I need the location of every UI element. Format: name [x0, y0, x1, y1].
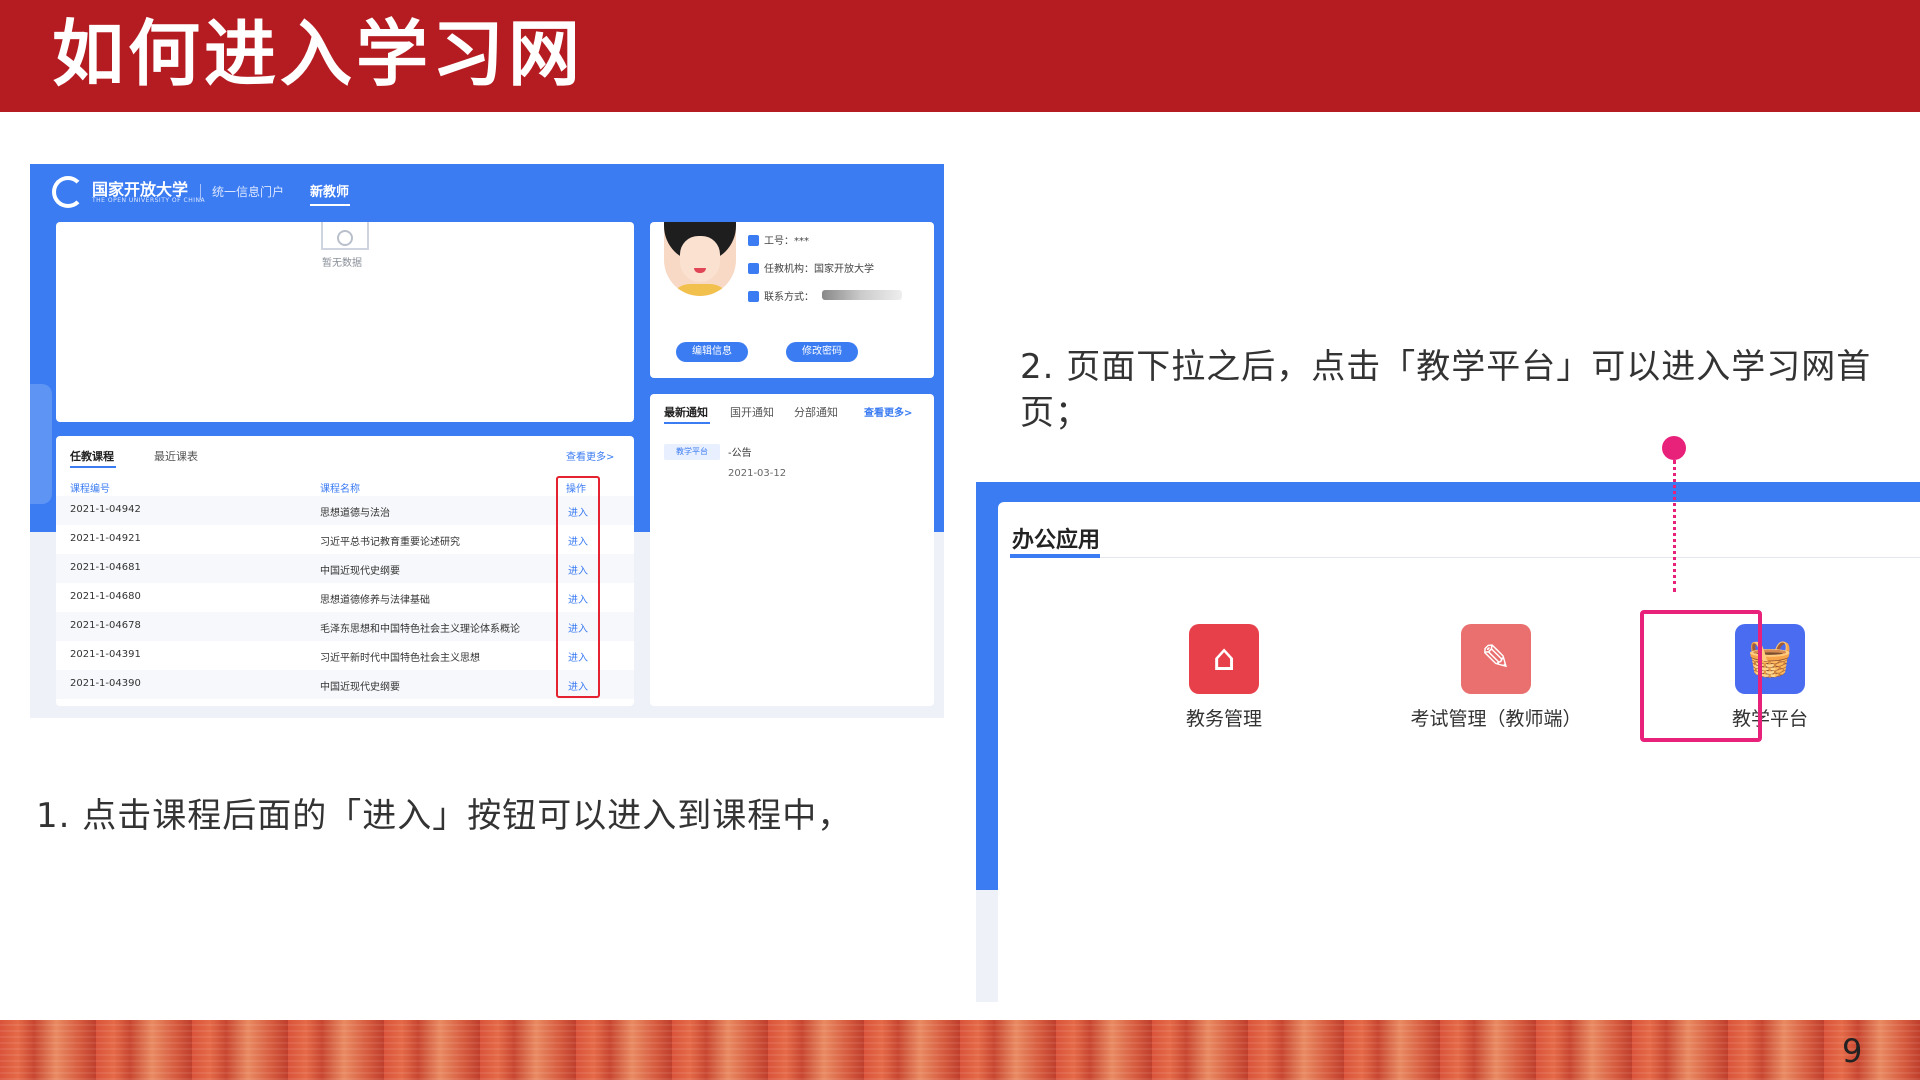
- empty-data-card: 暂无数据: [56, 222, 634, 422]
- table-row: 2021-1-04921 习近平总书记教育重要论述研究 进入: [56, 525, 634, 554]
- notice-date: 2021-03-12: [728, 468, 787, 479]
- step-2-instruction: 2. 页面下拉之后，点击「教学平台」可以进入学习网首页；: [1020, 347, 1872, 433]
- avatar: [664, 222, 736, 296]
- table-row: 2021-1-04680 思想道德修养与法律基础 进入: [56, 583, 634, 612]
- portal-topbar: 国家开放大学 THE OPEN UNIVERSITY OF CHINA 统一信息…: [30, 164, 944, 222]
- tab-active-underline: [70, 466, 116, 468]
- callout-dotted-line: [1673, 460, 1676, 592]
- id-card-icon: [748, 235, 759, 246]
- portal-side-decoration: [30, 384, 52, 504]
- course-name: 习近平新时代中国特色社会主义思想: [320, 653, 480, 664]
- table-row: 2021-1-04678 毛泽东思想和中国特色社会主义理论体系概论 进入: [56, 612, 634, 641]
- exam-icon: ✎: [1461, 624, 1531, 694]
- portal-screenshot: 国家开放大学 THE OPEN UNIVERSITY OF CHINA 统一信息…: [30, 164, 944, 718]
- courses-card: 任教课程 最近课表 查看更多> 课程编号 课程名称 操作 2021-1-0494…: [56, 436, 634, 706]
- column-header-code: 课程编号: [70, 484, 110, 495]
- office-apps-title: 办公应用: [1012, 528, 1101, 553]
- office-lower-strip: [976, 890, 998, 1002]
- course-name: 思想道德与法治: [320, 508, 390, 519]
- profile-id: 工号：***: [748, 232, 809, 247]
- empty-data-text: 暂无数据: [322, 258, 362, 269]
- office-title-underline: [1010, 554, 1100, 558]
- app-exam-management[interactable]: ✎ 考试管理（教师端）: [1396, 624, 1596, 731]
- app-academic-affairs[interactable]: ⌂ 教务管理: [1124, 624, 1324, 731]
- courses-more-link[interactable]: 查看更多>: [566, 448, 614, 463]
- nav-divider: [200, 184, 201, 200]
- table-row: 2021-1-04681 中国近现代史纲要 进入: [56, 554, 634, 583]
- notice-card: 最新通知 国开通知 分部通知 查看更多> 教学平台 -公告 2021-03-12: [650, 394, 934, 706]
- app-label: 考试管理（教师端）: [1410, 708, 1582, 730]
- office-left-strip: [976, 482, 998, 890]
- profile-org-value: 国家开放大学: [814, 264, 874, 275]
- tab-active-underline: [664, 422, 710, 424]
- notices-more-link[interactable]: 查看更多>: [864, 404, 912, 419]
- nav-active-underline: [310, 204, 350, 206]
- course-code: 2021-1-04390: [70, 678, 141, 689]
- profile-id-label: 工号：: [764, 236, 794, 247]
- change-password-button[interactable]: 修改密码: [786, 342, 858, 362]
- course-name: 毛泽东思想和中国特色社会主义理论体系概论: [320, 624, 520, 635]
- tab-recent-schedule[interactable]: 最近课表: [154, 448, 198, 464]
- course-code: 2021-1-04391: [70, 649, 141, 660]
- nav-unified-portal[interactable]: 统一信息门户: [212, 183, 284, 200]
- app-label: 教务管理: [1185, 708, 1262, 730]
- contact-redacted: [822, 290, 902, 300]
- table-row: 2021-1-04942 思想道德与法治 进入: [56, 496, 634, 525]
- nav-new-teacher[interactable]: 新教师: [310, 181, 349, 200]
- table-row: 2021-1-04391 习近平新时代中国特色社会主义思想 进入: [56, 641, 634, 670]
- teaching-platform-highlight: [1640, 610, 1762, 742]
- slide-title: 如何进入学习网: [52, 12, 585, 96]
- course-table-body: 2021-1-04942 思想道德与法治 进入 2021-1-04921 习近平总书记…: [56, 496, 634, 706]
- profile-card: 工号：*** 任教机构：国家开放大学 联系方式： 编辑信息 修改密码: [650, 222, 934, 378]
- course-name: 习近平总书记教育重要论述研究: [320, 537, 460, 548]
- step-1-instruction: 1. 点击课程后面的「进入」按钮可以进入到课程中，: [36, 796, 853, 836]
- office-divider: [1100, 557, 1920, 558]
- callout-dot: [1662, 436, 1686, 460]
- footer-texture: [0, 1020, 1920, 1080]
- course-code: 2021-1-04921: [70, 533, 141, 544]
- notice-tag-badge: 教学平台: [664, 444, 720, 460]
- profile-org-label: 任教机构：: [764, 264, 814, 275]
- course-name: 中国近现代史纲要: [320, 682, 400, 693]
- tab-latest-notices[interactable]: 最新通知: [664, 404, 708, 420]
- course-code: 2021-1-04680: [70, 591, 141, 602]
- avatar-face: [680, 236, 720, 282]
- house-icon: ⌂: [1189, 624, 1259, 694]
- tab-branch-notices[interactable]: 分部通知: [794, 404, 838, 420]
- profile-contact-label: 联系方式：: [764, 292, 814, 303]
- notice-title[interactable]: -公告: [728, 444, 752, 459]
- office-apps-panel: 办公应用 ⌂ 教务管理 ✎ 考试管理（教师端） 🧺 教学平台: [998, 502, 1920, 1002]
- phone-icon: [748, 291, 759, 302]
- profile-id-value: ***: [794, 236, 809, 247]
- slide-header: 如何进入学习网: [0, 0, 1920, 112]
- institution-icon: [748, 263, 759, 274]
- course-name: 思想道德修养与法律基础: [320, 595, 430, 606]
- profile-contact: 联系方式：: [748, 288, 814, 303]
- tab-ouc-notices[interactable]: 国开通知: [730, 404, 774, 420]
- page-number: 9: [1842, 1032, 1863, 1070]
- tab-teaching-courses[interactable]: 任教课程: [70, 448, 114, 464]
- course-code: 2021-1-04681: [70, 562, 141, 573]
- university-logo-icon: [52, 176, 84, 208]
- edit-info-button[interactable]: 编辑信息: [676, 342, 748, 362]
- table-row: 2021-1-04390 中国近现代史纲要 进入: [56, 670, 634, 699]
- portal-brand-en: THE OPEN UNIVERSITY OF CHINA: [92, 197, 206, 204]
- course-code: 2021-1-04942: [70, 504, 141, 515]
- course-name: 中国近现代史纲要: [320, 566, 400, 577]
- profile-org: 任教机构：国家开放大学: [748, 260, 874, 275]
- avatar-shirt: [670, 284, 730, 296]
- office-apps-screenshot: 办公应用 ⌂ 教务管理 ✎ 考试管理（教师端） 🧺 教学平台: [976, 482, 1920, 1002]
- empty-box-icon: [321, 222, 369, 250]
- column-header-name: 课程名称: [320, 484, 360, 495]
- course-code: 2021-1-04678: [70, 620, 141, 631]
- enter-column-highlight: [556, 476, 600, 698]
